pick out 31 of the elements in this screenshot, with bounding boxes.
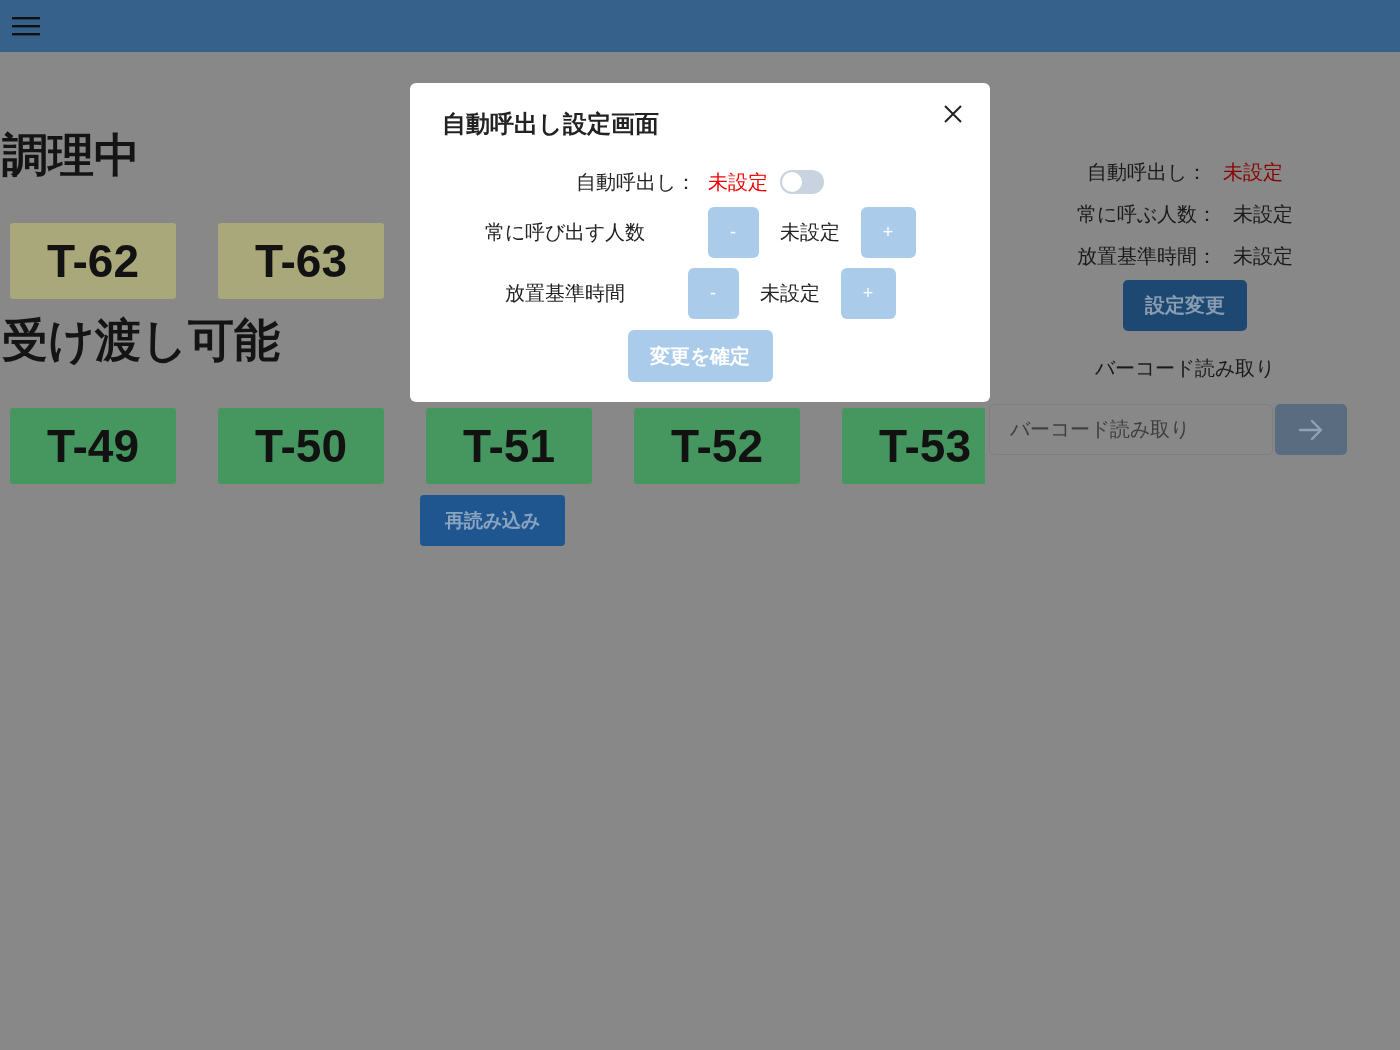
ticket-card: T-53 <box>842 408 985 484</box>
setting-value: 未設定 <box>1222 160 1283 185</box>
stepper-value: 未設定 <box>779 220 840 245</box>
ticket-card: T-50 <box>218 408 384 484</box>
toggle-switch[interactable] <box>780 170 824 194</box>
menu-icon[interactable] <box>12 15 40 37</box>
stepper-value: 未設定 <box>759 281 820 306</box>
setting-label: 自動呼出し： <box>1086 160 1207 185</box>
ticket-card: T-49 <box>10 408 176 484</box>
setting-value: 未設定 <box>1232 244 1293 269</box>
section-heading: 調理中 <box>1 128 140 183</box>
ticket-card: T-62 <box>10 223 176 299</box>
arrow-right-icon <box>1298 418 1324 441</box>
ticket-card: T-51 <box>426 408 592 484</box>
stepper-label: 放置基準時間 <box>504 281 625 306</box>
auto-call-value: 未設定 <box>708 169 768 195</box>
auto-call-label: 自動呼出し： <box>576 169 696 195</box>
ticket-card: T-63 <box>218 223 384 299</box>
settings-change-button[interactable]: 設定変更 <box>1122 280 1247 331</box>
submit-button[interactable] <box>1275 404 1347 455</box>
reload-button[interactable]: 再読み込み <box>420 495 565 546</box>
stepper-label: 常に呼び出す人数 <box>484 220 645 245</box>
setting-label: 放置基準時間： <box>1076 244 1217 269</box>
setting-value: 未設定 <box>1232 202 1293 227</box>
dialog-title: 自動呼出し設定画面 <box>442 109 659 139</box>
close-icon[interactable] <box>944 105 962 123</box>
barcode-input[interactable]: バーコード読み取り <box>989 404 1273 455</box>
section-heading: 受け渡し可能 <box>1 313 280 368</box>
ticket-card: T-52 <box>634 408 800 484</box>
setting-label: 常に呼ぶ人数： <box>1076 202 1217 227</box>
barcode-label: バーコード読み取り <box>1094 356 1275 381</box>
